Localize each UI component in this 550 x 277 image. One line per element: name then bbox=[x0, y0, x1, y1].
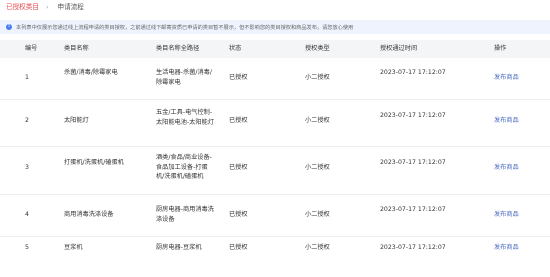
publish-product-link[interactable]: 发布商品 bbox=[494, 243, 544, 253]
notice-banner: ! 本列表中仅展示您通过线上流程申请的类目授权，之前通过线下邮寄资质已申请的类目… bbox=[0, 20, 550, 34]
tab-authorized-categories[interactable]: 已授权类目 bbox=[6, 0, 39, 14]
row-auth-time: 2023-07-17 17:12:07 bbox=[380, 69, 446, 76]
row-status: 已授权 bbox=[229, 244, 248, 251]
row-category-path: 酒类/食品/商业设备-食品加工设备-打蛋机/洗蛋机/磕蛋机 bbox=[156, 154, 212, 181]
row-auth-time: 2023-07-17 17:12:07 bbox=[380, 244, 446, 251]
row-status: 已授权 bbox=[229, 74, 248, 81]
header-no: 编号 bbox=[25, 45, 38, 52]
header-path: 类目名称全路径 bbox=[156, 45, 200, 52]
row-category-name: 杀菌/消毒/除霉家电 bbox=[64, 69, 118, 76]
header-name: 类目名称 bbox=[64, 45, 89, 52]
tab-application-process[interactable]: 申请流程 bbox=[58, 0, 84, 14]
breadcrumb-separator: › bbox=[45, 3, 49, 11]
header-status: 状态 bbox=[229, 45, 242, 52]
row-category-name: 商用消毒洗涤设备 bbox=[64, 211, 114, 218]
row-no: 5 bbox=[25, 244, 29, 251]
row-status: 已授权 bbox=[229, 164, 248, 171]
row-category-name: 打蛋机/洗蛋机/磕蛋机 bbox=[64, 159, 124, 166]
row-category-name: 豆浆机 bbox=[64, 244, 83, 251]
table-row: 2 太阳能灯 五金/工具-电气控制-太阳能电池-太阳能灯 已授权 小二授权 20… bbox=[0, 100, 550, 147]
table-row: 1 杀菌/消毒/除霉家电 生活电器-杀菌/消毒/除霉家电 已授权 小二授权 20… bbox=[0, 58, 550, 100]
row-status: 已授权 bbox=[229, 211, 248, 218]
notice-text: 本列表中仅展示您通过线上流程申请的类目授权，之前通过线下邮寄资质已申请的类目暂不… bbox=[16, 24, 354, 31]
header-time: 授权通过时间 bbox=[380, 45, 418, 52]
row-auth-type: 小二授权 bbox=[305, 74, 330, 81]
row-no: 4 bbox=[25, 211, 29, 218]
publish-product-link[interactable]: 发布商品 bbox=[494, 210, 544, 220]
info-icon: ! bbox=[6, 24, 12, 30]
row-status: 已授权 bbox=[229, 117, 248, 124]
row-auth-type: 小二授权 bbox=[305, 211, 330, 218]
row-category-name: 太阳能灯 bbox=[64, 117, 89, 124]
table-row: 5 豆浆机 厨房电器-豆浆机 已授权 小二授权 2023-07-17 17:12… bbox=[0, 237, 550, 277]
publish-product-link[interactable]: 发布商品 bbox=[494, 116, 544, 126]
row-category-path: 厨房电器-豆浆机 bbox=[156, 244, 202, 251]
publish-product-link[interactable]: 发布商品 bbox=[494, 73, 544, 83]
row-category-path: 厨房电器-商用消毒洗涤设备 bbox=[156, 206, 214, 223]
row-category-path: 生活电器-杀菌/消毒/除霉家电 bbox=[156, 69, 212, 86]
row-auth-type: 小二授权 bbox=[305, 244, 330, 251]
table-header: 编号 类目名称 类目名称全路径 状态 授权类型 授权通过时间 操作 bbox=[0, 40, 550, 58]
table-row: 3 打蛋机/洗蛋机/磕蛋机 酒类/食品/商业设备-食品加工设备-打蛋机/洗蛋机/… bbox=[0, 147, 550, 195]
row-auth-time: 2023-07-17 17:12:07 bbox=[380, 159, 446, 166]
row-category-path: 五金/工具-电气控制-太阳能电池-太阳能灯 bbox=[156, 109, 214, 126]
header-operation: 操作 bbox=[494, 45, 507, 52]
row-no: 2 bbox=[25, 117, 29, 124]
row-auth-time: 2023-07-17 17:12:07 bbox=[380, 112, 446, 119]
row-no: 3 bbox=[25, 164, 29, 171]
authorization-table: 编号 类目名称 类目名称全路径 状态 授权类型 授权通过时间 操作 1 杀菌/消… bbox=[0, 40, 550, 277]
row-no: 1 bbox=[25, 74, 29, 81]
row-auth-time: 2023-07-17 17:12:07 bbox=[380, 206, 446, 213]
publish-product-link[interactable]: 发布商品 bbox=[494, 163, 544, 173]
row-auth-type: 小二授权 bbox=[305, 164, 330, 171]
header-type: 授权类型 bbox=[305, 45, 330, 52]
table-row: 4 商用消毒洗涤设备 厨房电器-商用消毒洗涤设备 已授权 小二授权 2023-0… bbox=[0, 195, 550, 237]
tab-bar: 已授权类目 › 申请流程 bbox=[0, 0, 550, 14]
row-auth-type: 小二授权 bbox=[305, 117, 330, 124]
